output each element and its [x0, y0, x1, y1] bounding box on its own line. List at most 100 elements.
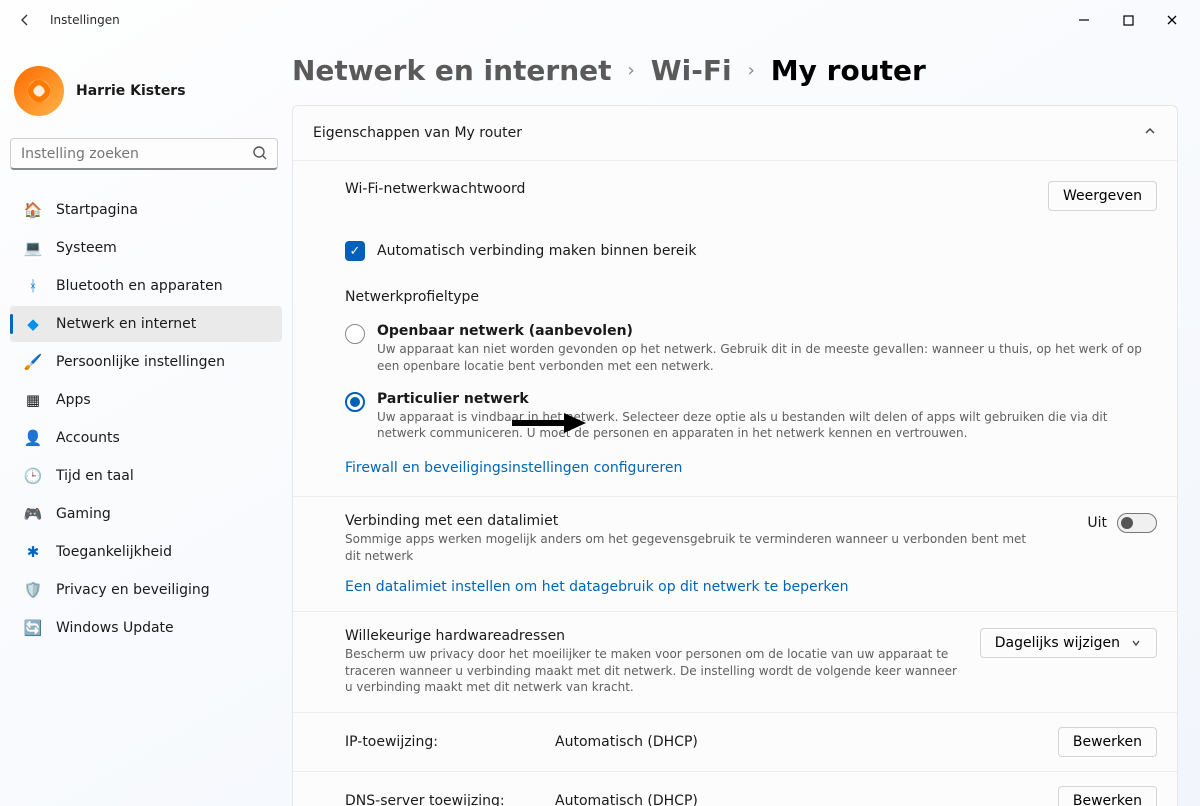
profile-name: Harrie Kisters [76, 83, 186, 99]
system-icon: 💻 [24, 239, 42, 257]
back-button[interactable] [14, 9, 36, 31]
properties-table: IP-toewijzing: Automatisch (DHCP) Bewerk… [293, 712, 1177, 806]
ip-assign-val: Automatisch (DHCP) [555, 734, 1058, 750]
wifi-icon: ◆ [24, 315, 42, 333]
brush-icon: 🖌️ [24, 353, 42, 371]
random-mac-dropdown[interactable]: Dagelijks wijzigen [980, 628, 1157, 658]
breadcrumb: Netwerk en internet › Wi-Fi › My router [292, 48, 1178, 105]
nav-update[interactable]: 🔄 Windows Update [10, 610, 282, 646]
nav-label: Apps [56, 392, 91, 408]
ip-assign-key: IP-toewijzing: [345, 734, 555, 750]
nav-label: Netwerk en internet [56, 316, 196, 332]
nav-label: Systeem [56, 240, 117, 256]
minimize-icon [1078, 14, 1090, 26]
dns-assign-row: DNS-server toewijzing: Automatisch (DHCP… [293, 771, 1177, 806]
nav-label: Startpagina [56, 202, 138, 218]
show-password-button[interactable]: Weergeven [1048, 181, 1157, 211]
nav-label: Tijd en taal [56, 468, 134, 484]
sidebar: Harrie Kisters 🏠 Startpagina 💻 Systeem ᚼ Bl… [0, 40, 292, 806]
random-mac-desc: Bescherm uw privacy door het moeilijker … [345, 646, 960, 696]
radio-public[interactable]: Openbaar netwerk (aanbevolen) Uw apparaa… [345, 315, 1157, 383]
autoconnect-label: Automatisch verbinding maken binnen bere… [377, 243, 696, 259]
minimize-button[interactable] [1062, 5, 1106, 35]
nav-label: Toegankelijkheid [56, 544, 172, 560]
properties-card: Eigenschappen van My router Wi-Fi-netwer… [292, 105, 1178, 806]
search-box [10, 138, 278, 170]
ip-assign-edit-button[interactable]: Bewerken [1058, 727, 1157, 757]
update-icon: 🔄 [24, 619, 42, 637]
nav-accessibility[interactable]: ✱ Toegankelijkheid [10, 534, 282, 570]
dns-assign-key: DNS-server toewijzing: [345, 793, 555, 806]
profile-type-title: Netwerkprofieltype [293, 271, 1177, 311]
radio-private-label: Particulier netwerk [377, 391, 1157, 407]
nav-label: Accounts [56, 430, 120, 446]
nav-network[interactable]: ◆ Netwerk en internet [10, 306, 282, 342]
nav-privacy[interactable]: 🛡️ Privacy en beveiliging [10, 572, 282, 608]
radio-public-label: Openbaar netwerk (aanbevolen) [377, 323, 1157, 339]
card-header[interactable]: Eigenschappen van My router [293, 106, 1177, 160]
close-button[interactable] [1150, 5, 1194, 35]
wifi-password-label: Wi-Fi-netwerkwachtwoord [345, 181, 525, 197]
nav-accounts[interactable]: 👤 Accounts [10, 420, 282, 456]
chevron-right-icon: › [748, 60, 755, 81]
nav-time[interactable]: 🕒 Tijd en taal [10, 458, 282, 494]
ip-assign-row: IP-toewijzing: Automatisch (DHCP) Bewerk… [293, 712, 1177, 771]
home-icon: 🏠 [24, 201, 42, 219]
random-mac-title: Willekeurige hardwareadressen [345, 628, 960, 644]
crumb-network[interactable]: Netwerk en internet [292, 54, 612, 87]
card-title: Eigenschappen van My router [313, 125, 522, 141]
crumb-current: My router [771, 54, 926, 87]
apps-icon: ▦ [24, 391, 42, 409]
nav-bluetooth[interactable]: ᚼ Bluetooth en apparaten [10, 268, 282, 304]
nav-personalization[interactable]: 🖌️ Persoonlijke instellingen [10, 344, 282, 380]
metered-toggle[interactable] [1117, 513, 1157, 533]
main: Netwerk en internet › Wi-Fi › My router … [292, 40, 1200, 806]
profile-type-group: Openbaar netwerk (aanbevolen) Uw apparaa… [293, 311, 1177, 496]
radio-private-desc: Uw apparaat is vindbaar in het netwerk. … [377, 409, 1157, 443]
nav-apps[interactable]: ▦ Apps [10, 382, 282, 418]
nav-home[interactable]: 🏠 Startpagina [10, 192, 282, 228]
nav-label: Gaming [56, 506, 111, 522]
chevron-up-icon [1143, 124, 1157, 142]
accessibility-icon: ✱ [24, 543, 42, 561]
bluetooth-icon: ᚼ [24, 277, 42, 295]
maximize-icon [1123, 15, 1134, 26]
gamepad-icon: 🎮 [24, 505, 42, 523]
profile-block[interactable]: Harrie Kisters [10, 48, 282, 134]
dns-assign-val: Automatisch (DHCP) [555, 793, 1058, 806]
radio-public-desc: Uw apparaat kan niet worden gevonden op … [377, 341, 1157, 375]
titlebar: Instellingen [0, 0, 1200, 40]
nav-label: Privacy en beveiliging [56, 582, 210, 598]
datalimit-link[interactable]: Een datalimiet instellen om het datagebr… [345, 579, 849, 595]
search-icon [252, 145, 268, 165]
radio-private-input[interactable] [345, 392, 365, 412]
nav-label: Bluetooth en apparaten [56, 278, 223, 294]
crumb-wifi[interactable]: Wi-Fi [651, 54, 732, 87]
firewall-link[interactable]: Firewall en beveiligingsinstellingen con… [345, 460, 682, 476]
dns-assign-edit-button[interactable]: Bewerken [1058, 786, 1157, 806]
nav-label: Persoonlijke instellingen [56, 354, 225, 370]
close-icon [1166, 14, 1178, 26]
radio-public-input[interactable] [345, 324, 365, 344]
nav-system[interactable]: 💻 Systeem [10, 230, 282, 266]
metered-desc: Sommige apps werken mogelijk anders om h… [345, 531, 1045, 565]
autoconnect-checkbox[interactable]: ✓ [345, 241, 365, 261]
arrow-left-icon [17, 12, 33, 28]
nav-label: Windows Update [56, 620, 174, 636]
app-title: Instellingen [50, 13, 120, 27]
search-input[interactable] [10, 138, 278, 170]
avatar [14, 66, 64, 116]
nav: 🏠 Startpagina 💻 Systeem ᚼ Bluetooth en appa… [10, 192, 282, 646]
maximize-button[interactable] [1106, 5, 1150, 35]
chevron-right-icon: › [628, 60, 635, 81]
metered-title: Verbinding met een datalimiet [345, 513, 1045, 529]
nav-gaming[interactable]: 🎮 Gaming [10, 496, 282, 532]
person-icon: 👤 [24, 429, 42, 447]
clock-icon: 🕒 [24, 467, 42, 485]
metered-toggle-state: Uit [1087, 515, 1107, 531]
shield-icon: 🛡️ [24, 581, 42, 599]
random-mac-dropdown-label: Dagelijks wijzigen [995, 635, 1120, 651]
chevron-down-icon [1130, 637, 1142, 649]
radio-private[interactable]: Particulier netwerk Uw apparaat is vindb… [345, 383, 1157, 451]
autoconnect-row: ✓ Automatisch verbinding maken binnen be… [293, 225, 1177, 271]
